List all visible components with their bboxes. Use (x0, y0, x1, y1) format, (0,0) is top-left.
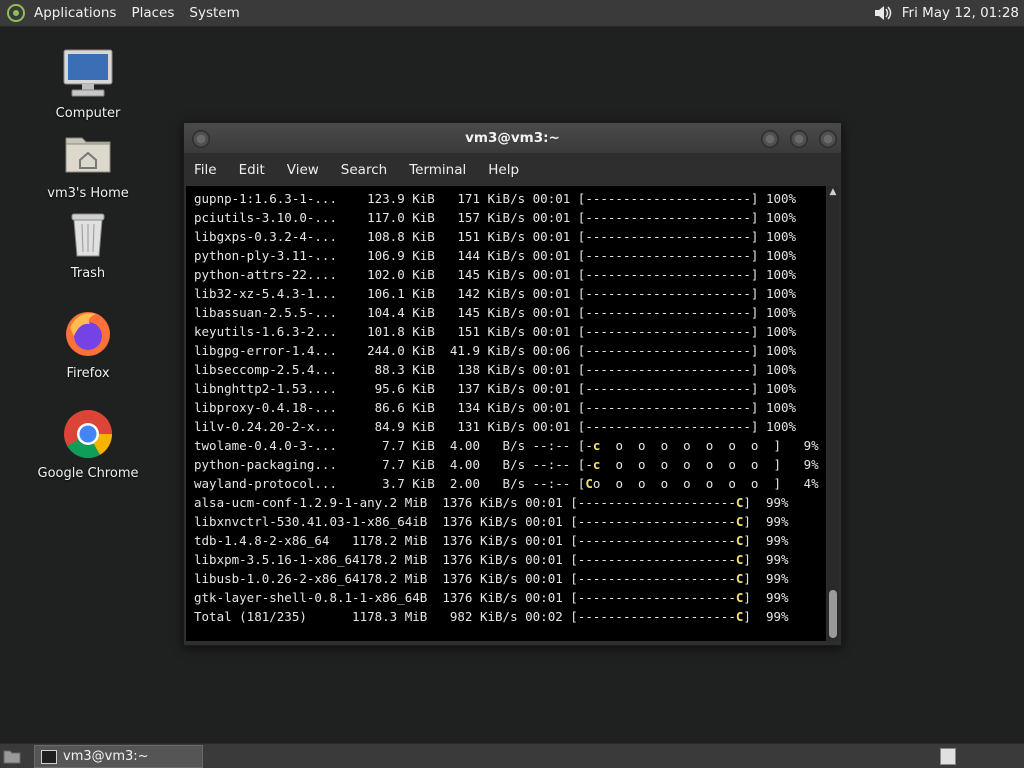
desktop-icon-computer[interactable]: Computer (23, 46, 153, 121)
desktop-icon-label: vm3's Home (47, 186, 129, 201)
scroll-thumb[interactable] (829, 590, 837, 638)
terminal-line-text: ] 99% (743, 495, 789, 510)
mate-logo-icon[interactable] (6, 3, 26, 23)
minimize-button[interactable] (761, 130, 779, 148)
terminal-line-text: ] 99% (743, 571, 789, 586)
terminal-line-text: libxpm-3.5.16-1-x86_64178.2 MiB 1376 KiB… (194, 552, 736, 567)
terminal-line: libseccomp-2.5.4... 88.3 KiB 138 KiB/s 0… (194, 362, 797, 377)
terminal-line: tdb-1.4.8-2-x86_64 1178.2 MiB 1376 KiB/s… (194, 531, 819, 550)
places-menu[interactable]: Places (131, 5, 174, 21)
terminal-line: libnghttp2-1.53.... 95.6 KiB 137 KiB/s 0… (194, 381, 797, 396)
terminal-window: vm3@vm3:~ File Edit View Search Terminal… (183, 122, 842, 646)
taskbar-terminal-button[interactable]: vm3@vm3:~ (34, 745, 203, 768)
terminal-line: python-packaging... 7.7 KiB 4.00 B/s --:… (194, 455, 819, 474)
terminal-line-text: o o o o o o o ] 9% (600, 438, 819, 453)
terminal-line-text: python-packaging... 7.7 KiB 4.00 B/s --:… (194, 457, 593, 472)
terminal-line-text: ] 99% (743, 514, 789, 529)
terminal-line-text: ] 99% (743, 590, 789, 605)
volume-icon[interactable] (872, 3, 894, 23)
terminal-scrollbar[interactable]: ▲ (827, 186, 839, 641)
terminal-line-text: ] 99% (743, 552, 789, 567)
system-menu[interactable]: System (189, 5, 239, 21)
taskbar-task-label: vm3@vm3:~ (63, 749, 149, 764)
terminal-line: python-ply-3.11-... 106.9 KiB 144 KiB/s … (194, 248, 797, 263)
desktop-icon-firefox[interactable]: Firefox (23, 306, 153, 381)
terminal-line-text: ] 99% (743, 533, 789, 548)
panel-tray: Fri May 12, 01:28 (872, 0, 1019, 26)
desktop-icon-label: Google Chrome (37, 466, 139, 481)
window-titlebar[interactable]: vm3@vm3:~ (184, 123, 841, 153)
home-folder-icon (60, 126, 116, 182)
terminal-icon (41, 749, 57, 764)
terminal-line: alsa-ucm-conf-1.2.9-1-any.2 MiB 1376 KiB… (194, 493, 819, 512)
terminal-line: gtk-layer-shell-0.8.1-1-x86_64B 1376 KiB… (194, 588, 819, 607)
terminal-line: python-attrs-22.... 102.0 KiB 145 KiB/s … (194, 267, 797, 282)
menu-search[interactable]: Search (331, 162, 399, 178)
desktop-icon-label: Firefox (66, 366, 110, 381)
menu-view[interactable]: View (277, 162, 331, 178)
terminal-lines: gupnp-1:1.6.3-1-... 123.9 KiB 171 KiB/s … (194, 189, 819, 626)
terminal-line-text: tdb-1.4.8-2-x86_64 1178.2 MiB 1376 KiB/s… (194, 533, 736, 548)
terminal-line-text: ] 99% (743, 609, 789, 624)
firefox-icon (60, 306, 116, 362)
terminal-line-text: twolame-0.4.0-3-... 7.7 KiB 4.00 B/s --:… (194, 438, 593, 453)
terminal-line: lilv-0.24.20-2-x... 84.9 KiB 131 KiB/s 0… (194, 419, 797, 434)
terminal-menubar: File Edit View Search Terminal Help (184, 157, 841, 183)
maximize-button[interactable] (790, 130, 808, 148)
desktop-icon-home[interactable]: vm3's Home (23, 126, 153, 201)
terminal-line: pciutils-3.10.0-... 117.0 KiB 157 KiB/s … (194, 210, 797, 225)
terminal-line: libgpg-error-1.4... 244.0 KiB 41.9 KiB/s… (194, 343, 797, 358)
terminal-output[interactable]: gupnp-1:1.6.3-1-... 123.9 KiB 171 KiB/s … (186, 186, 826, 641)
terminal-line: libgxps-0.3.2-4-... 108.8 KiB 151 KiB/s … (194, 229, 797, 244)
terminal-line-text: o o o o o o o ] 9% (600, 457, 819, 472)
bottom-panel: vm3@vm3:~ (0, 743, 1024, 768)
terminal-line: Total (181/235) 1178.3 MiB 982 KiB/s 00:… (194, 607, 819, 626)
menu-edit[interactable]: Edit (229, 162, 277, 178)
terminal-line-text: alsa-ucm-conf-1.2.9-1-any.2 MiB 1376 KiB… (194, 495, 736, 510)
desktop-icon-label: Computer (55, 106, 121, 121)
terminal-line: libusb-1.0.26-2-x86_64178.2 MiB 1376 KiB… (194, 569, 819, 588)
menu-help[interactable]: Help (478, 162, 531, 178)
show-desktop-icon[interactable] (3, 748, 21, 764)
computer-icon (60, 46, 116, 102)
trash-icon (60, 206, 116, 262)
terminal-line: libxpm-3.5.16-1-x86_64178.2 MiB 1376 KiB… (194, 550, 819, 569)
desktop-icon-trash[interactable]: Trash (23, 206, 153, 281)
terminal-line: lib32-xz-5.4.3-1... 106.1 KiB 142 KiB/s … (194, 286, 797, 301)
scroll-up-arrow-icon[interactable]: ▲ (827, 186, 839, 198)
terminal-line: libassuan-2.5.5-... 104.4 KiB 145 KiB/s … (194, 305, 797, 320)
menu-file[interactable]: File (184, 162, 229, 178)
desktop-icon-chrome[interactable]: Google Chrome (23, 406, 153, 481)
terminal-line-text: libusb-1.0.26-2-x86_64178.2 MiB 1376 KiB… (194, 571, 736, 586)
terminal-line: libproxy-0.4.18-... 86.6 KiB 134 KiB/s 0… (194, 400, 797, 415)
terminal-line-text: gtk-layer-shell-0.8.1-1-x86_64B 1376 KiB… (194, 590, 736, 605)
window-title: vm3@vm3:~ (465, 130, 560, 146)
pacman-progress-marker: C (585, 476, 593, 491)
top-panel: Applications Places System Fri May 12, 0… (0, 0, 1024, 27)
terminal-line: wayland-protocol... 3.7 KiB 2.00 B/s --:… (194, 474, 819, 493)
chrome-icon (60, 406, 116, 462)
terminal-line-text: libxnvctrl-530.41.03-1-x86_64iB 1376 KiB… (194, 514, 736, 529)
terminal-line-text: wayland-protocol... 3.7 KiB 2.00 B/s --:… (194, 476, 586, 491)
terminal-line: gupnp-1:1.6.3-1-... 123.9 KiB 171 KiB/s … (194, 191, 797, 206)
terminal-line: libxnvctrl-530.41.03-1-x86_64iB 1376 KiB… (194, 512, 819, 531)
terminal-line-text: o o o o o o o o ] 4% (592, 476, 819, 491)
terminal-line: twolame-0.4.0-3-... 7.7 KiB 4.00 B/s --:… (194, 436, 819, 455)
menu-terminal[interactable]: Terminal (399, 162, 478, 178)
applications-menu[interactable]: Applications (34, 5, 116, 21)
desktop-icon-label: Trash (70, 266, 106, 281)
workspace-switcher[interactable] (940, 748, 956, 765)
terminal-line-text: Total (181/235) 1178.3 MiB 982 KiB/s 00:… (194, 609, 736, 624)
clock[interactable]: Fri May 12, 01:28 (902, 5, 1019, 21)
close-button[interactable] (819, 130, 837, 148)
terminal-line: keyutils-1.6.3-2... 101.8 KiB 151 KiB/s … (194, 324, 797, 339)
